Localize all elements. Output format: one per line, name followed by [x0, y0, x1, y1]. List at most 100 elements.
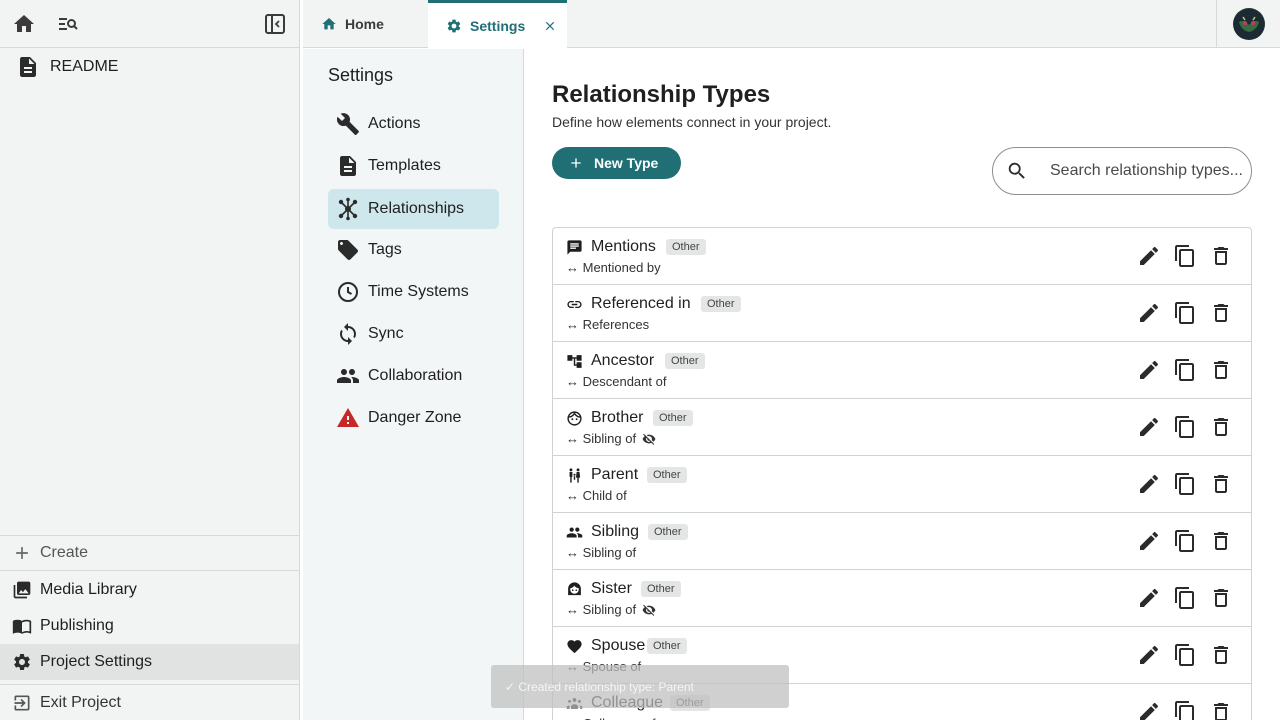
edit-icon[interactable]: [1137, 643, 1161, 667]
search-field[interactable]: [992, 147, 1252, 195]
settings-nav-actions[interactable]: Actions: [328, 104, 499, 144]
settings-nav-label: Danger Zone: [368, 409, 462, 426]
inverse-label-wrap: ↔ References: [566, 317, 649, 332]
new-type-button[interactable]: New Type: [552, 147, 681, 179]
edit-icon[interactable]: [1137, 301, 1161, 325]
create-button[interactable]: Create: [0, 535, 299, 571]
face-icon: [566, 410, 583, 427]
document-icon: [336, 154, 360, 178]
search-input[interactable]: [1050, 162, 1250, 180]
copy-icon[interactable]: [1173, 643, 1197, 667]
settings-nav-label: Actions: [368, 115, 421, 132]
table-row[interactable]: Sister Other ↔ Sibling of: [553, 570, 1251, 627]
main-content: Relationship Types Define how elements c…: [491, 49, 1280, 720]
inverse-label-wrap: ↔ Mentioned by: [566, 260, 661, 275]
copy-icon[interactable]: [1173, 529, 1197, 553]
category-badge: Other: [665, 353, 705, 369]
relationship-name: Mentions: [591, 238, 656, 255]
search-list-icon[interactable]: [56, 12, 80, 36]
inverse-label-wrap: ↔ Sibling of: [566, 431, 656, 446]
sidebar-item-project-settings[interactable]: Project Settings: [0, 644, 299, 680]
tab-home[interactable]: Home: [303, 0, 428, 48]
chat-icon: [566, 239, 583, 256]
settings-nav-label: Relationships: [368, 200, 465, 217]
edit-icon[interactable]: [1137, 244, 1161, 268]
table-row[interactable]: Brother Other ↔ Sibling of: [553, 399, 1251, 456]
copy-icon[interactable]: [1173, 244, 1197, 268]
relationship-name: Parent: [591, 466, 639, 483]
row-actions: [1137, 700, 1233, 720]
edit-icon[interactable]: [1137, 700, 1161, 720]
settings-nav-sync[interactable]: Sync: [328, 314, 499, 354]
inverse-label: ↔ References: [566, 317, 650, 332]
table-row[interactable]: Ancestor Other ↔ Descendant of: [553, 342, 1251, 399]
settings-nav-relationships[interactable]: Relationships: [328, 189, 499, 229]
settings-nav-danger-zone[interactable]: Danger Zone: [328, 398, 499, 438]
sidebar-bottom-menu: Create Media Library Publishing Project …: [0, 535, 299, 720]
delete-icon[interactable]: [1209, 244, 1233, 268]
inverse-label: ↔ Mentioned by: [566, 260, 661, 275]
copy-icon[interactable]: [1173, 301, 1197, 325]
tag-icon: [336, 238, 360, 262]
visibility-off-icon: [642, 603, 656, 617]
inverse-label: ↔ Child of: [566, 488, 627, 503]
table-row[interactable]: Sibling Other ↔ Sibling of: [553, 513, 1251, 570]
file-label: README: [50, 58, 119, 75]
edit-icon[interactable]: [1137, 415, 1161, 439]
warning-icon: [336, 406, 360, 430]
relationship-name: Sibling: [591, 523, 640, 540]
category-badge: Other: [648, 524, 688, 540]
edit-icon[interactable]: [1137, 472, 1161, 496]
tab-settings[interactable]: Settings: [428, 0, 567, 49]
delete-icon[interactable]: [1209, 358, 1233, 382]
edit-icon[interactable]: [1137, 586, 1161, 610]
clock-icon: [336, 280, 360, 304]
settings-nav-templates[interactable]: Templates: [328, 146, 499, 186]
row-actions: [1137, 529, 1233, 553]
gear-icon: [12, 652, 32, 672]
copy-icon[interactable]: [1173, 472, 1197, 496]
new-type-label: New Type: [594, 155, 659, 171]
settings-nav-label: Time Systems: [368, 283, 469, 300]
page-subtitle: Define how elements connect in your proj…: [552, 114, 832, 130]
row-actions: [1137, 244, 1233, 268]
copy-icon[interactable]: [1173, 358, 1197, 382]
edit-icon[interactable]: [1137, 358, 1161, 382]
delete-icon[interactable]: [1209, 415, 1233, 439]
user-menu[interactable]: [1216, 0, 1280, 48]
edit-icon[interactable]: [1137, 529, 1161, 553]
row-actions: [1137, 586, 1233, 610]
close-icon[interactable]: [543, 19, 557, 33]
table-row[interactable]: Mentions Other ↔ Mentioned by: [553, 228, 1251, 285]
sidebar-file-readme[interactable]: README: [16, 55, 118, 79]
copy-icon[interactable]: [1173, 415, 1197, 439]
sidebar-item-media-library[interactable]: Media Library: [0, 572, 299, 608]
settings-nav-label: Tags: [368, 241, 402, 258]
settings-nav: Settings Actions Templates Relationships…: [303, 49, 524, 720]
inverse-label: ↔ Colleague of: [566, 716, 656, 720]
delete-icon[interactable]: [1209, 700, 1233, 720]
table-row[interactable]: Parent Other ↔ Child of: [553, 456, 1251, 513]
copy-icon[interactable]: [1173, 586, 1197, 610]
photo-library-icon: [12, 580, 32, 600]
table-row[interactable]: Referenced in Other ↔ References: [553, 285, 1251, 342]
delete-icon[interactable]: [1209, 301, 1233, 325]
delete-icon[interactable]: [1209, 472, 1233, 496]
sidebar-item-publishing[interactable]: Publishing: [0, 608, 299, 644]
relationship-type-list: Mentions Other ↔ Mentioned by Referenced in…: [552, 227, 1252, 720]
settings-nav-label: Sync: [368, 325, 404, 342]
settings-nav-time-systems[interactable]: Time Systems: [328, 272, 499, 312]
copy-icon[interactable]: [1173, 700, 1197, 720]
left-sidebar: README Create Media Library Publishing P…: [0, 0, 300, 720]
collapse-sidebar-icon[interactable]: [263, 12, 287, 36]
delete-icon[interactable]: [1209, 586, 1233, 610]
delete-icon[interactable]: [1209, 643, 1233, 667]
settings-nav-collaboration[interactable]: Collaboration: [328, 356, 499, 396]
home-icon[interactable]: [12, 12, 36, 36]
people-icon: [566, 524, 583, 541]
delete-icon[interactable]: [1209, 529, 1233, 553]
category-badge: Other: [647, 467, 687, 483]
exit-project-button[interactable]: Exit Project: [0, 684, 299, 720]
settings-nav-tags[interactable]: Tags: [328, 230, 499, 270]
row-actions: [1137, 643, 1233, 667]
